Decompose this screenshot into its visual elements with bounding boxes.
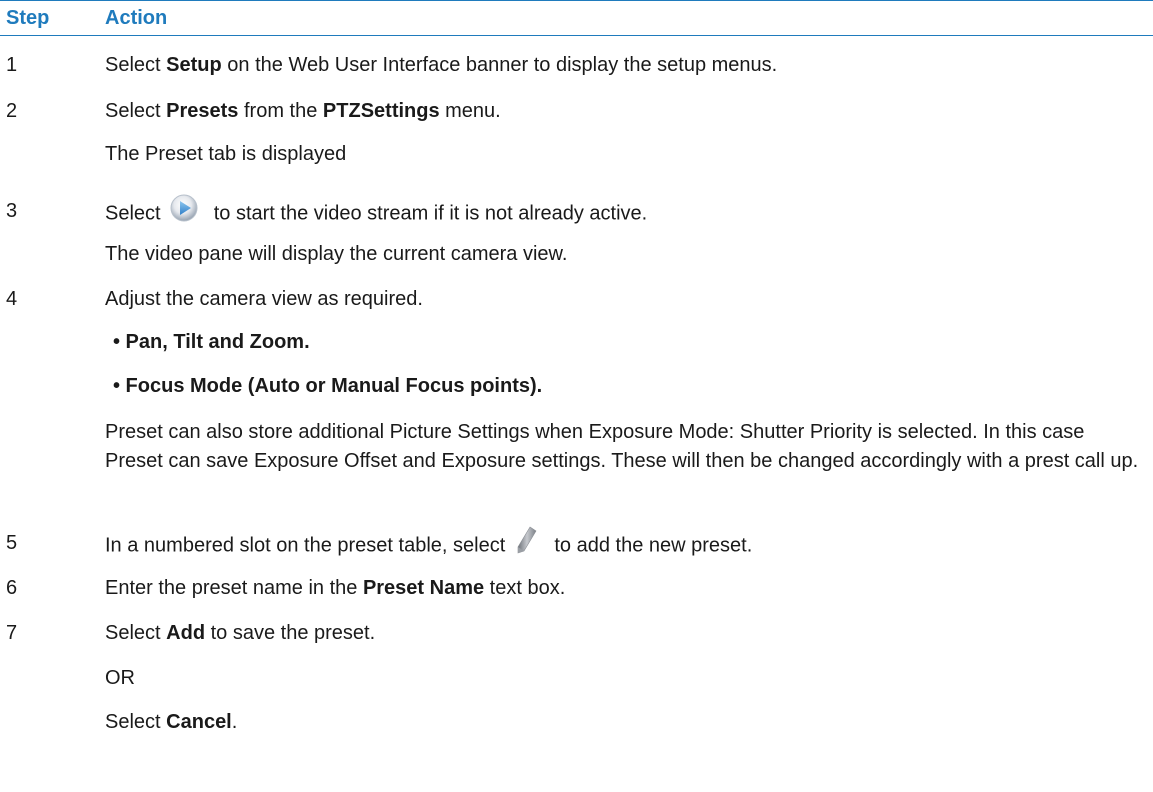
step-number: 4 bbox=[6, 288, 18, 310]
step-6-text: Enter the preset name in the Preset Name… bbox=[105, 577, 566, 599]
header-action: Action bbox=[105, 7, 168, 29]
step-number: 7 bbox=[6, 622, 18, 644]
step-5-text: In a numbered slot on the preset table, … bbox=[105, 526, 752, 561]
step-number: 5 bbox=[6, 532, 18, 554]
step-2-note: The Preset tab is displayed bbox=[105, 143, 347, 165]
bullet-item: • Focus Mode (Auto or Manual Focus point… bbox=[113, 375, 543, 397]
step-3-text: Select to start the video stream if it i… bbox=[105, 194, 647, 229]
step-3-note: The video pane will display the current … bbox=[105, 243, 568, 265]
step-1-text: Select Setup on the Web User Interface b… bbox=[105, 54, 778, 76]
step-number: 6 bbox=[6, 577, 18, 599]
step-7-text: Select Add to save the preset. bbox=[105, 622, 376, 644]
play-icon bbox=[168, 193, 200, 223]
step-2-text: Select Presets from the PTZSettings menu… bbox=[105, 100, 501, 122]
step-7-alt: Select Cancel. bbox=[105, 711, 238, 733]
step-number: 1 bbox=[6, 54, 18, 76]
step-4-paragraph: Preset can also store additional Picture… bbox=[105, 421, 1139, 472]
table-header: Step Action bbox=[0, 0, 1153, 36]
step-4-text: Adjust the camera view as required. bbox=[105, 288, 423, 310]
header-step: Step bbox=[6, 7, 50, 29]
step-7-or: OR bbox=[105, 667, 135, 689]
pencil-icon bbox=[513, 525, 539, 555]
step-number: 3 bbox=[6, 200, 18, 222]
step-number: 2 bbox=[6, 100, 18, 122]
bullet-item: • Pan, Tilt and Zoom. bbox=[113, 331, 310, 353]
